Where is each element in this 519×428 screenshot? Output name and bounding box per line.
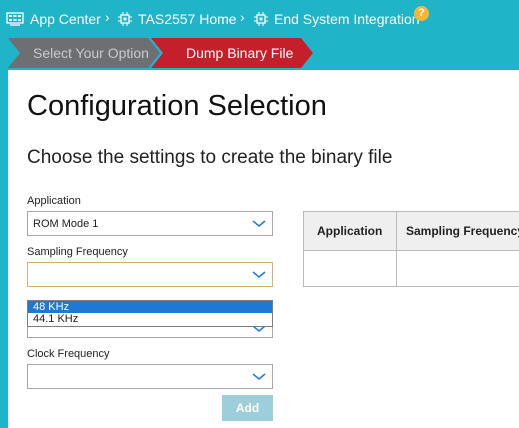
- page-subtitle: Choose the settings to create the binary…: [27, 147, 393, 168]
- table-cell: [397, 251, 519, 286]
- application-value: ROM Mode 1: [33, 218, 99, 230]
- page-title: Configuration Selection: [27, 90, 327, 122]
- step-label: Dump Binary File: [186, 45, 294, 61]
- application-select[interactable]: ROM Mode 1: [27, 211, 273, 236]
- breadcrumb-end-system-integration[interactable]: End System Integration: [254, 10, 420, 28]
- breadcrumb-separator: ›: [105, 9, 110, 25]
- table-cell: [304, 251, 397, 286]
- selection-table: Application Sampling Frequency: [303, 211, 519, 287]
- sampling-frequency-label: Sampling Frequency: [27, 246, 128, 258]
- breadcrumb-label: End System Integration: [274, 11, 420, 27]
- breadcrumb: App Center › TAS2557 Home › End System I…: [0, 0, 519, 38]
- main-panel: Configuration Selection Choose the setti…: [8, 70, 519, 428]
- add-button[interactable]: Add: [222, 395, 273, 421]
- step-select-your-option[interactable]: Select Your Option: [8, 38, 160, 68]
- clock-frequency-label: Clock Frequency: [27, 348, 110, 360]
- wizard-steps: Select Your Option Dump Binary File: [0, 38, 519, 70]
- sampling-frequency-dropdown: 48 KHz 44.1 KHz: [27, 300, 273, 327]
- table-header-application: Application: [304, 212, 397, 251]
- application-label: Application: [27, 195, 81, 207]
- help-icon[interactable]: ?: [414, 6, 429, 21]
- step-dump-binary-file[interactable]: Dump Binary File: [151, 38, 313, 68]
- grid-app-icon: [6, 12, 24, 26]
- breadcrumb-tas2557-home[interactable]: TAS2557 Home: [118, 10, 237, 28]
- chevron-down-icon: [252, 271, 266, 278]
- dropdown-option-48khz[interactable]: 48 KHz: [28, 301, 272, 313]
- chip-icon: [254, 12, 268, 26]
- chip-icon: [118, 12, 132, 26]
- breadcrumb-separator: ›: [240, 9, 245, 25]
- clock-frequency-select[interactable]: [27, 364, 273, 389]
- step-label: Select Your Option: [33, 45, 149, 61]
- chevron-down-icon: [252, 373, 266, 380]
- breadcrumb-label: App Center: [30, 11, 101, 27]
- chevron-down-icon: [252, 220, 266, 227]
- breadcrumb-app-center[interactable]: App Center: [6, 10, 101, 28]
- sampling-frequency-select[interactable]: [27, 262, 273, 287]
- table-header-sampling-frequency: Sampling Frequency: [397, 212, 519, 251]
- breadcrumb-label: TAS2557 Home: [138, 11, 237, 27]
- dropdown-option-44-1khz[interactable]: 44.1 KHz: [28, 313, 272, 325]
